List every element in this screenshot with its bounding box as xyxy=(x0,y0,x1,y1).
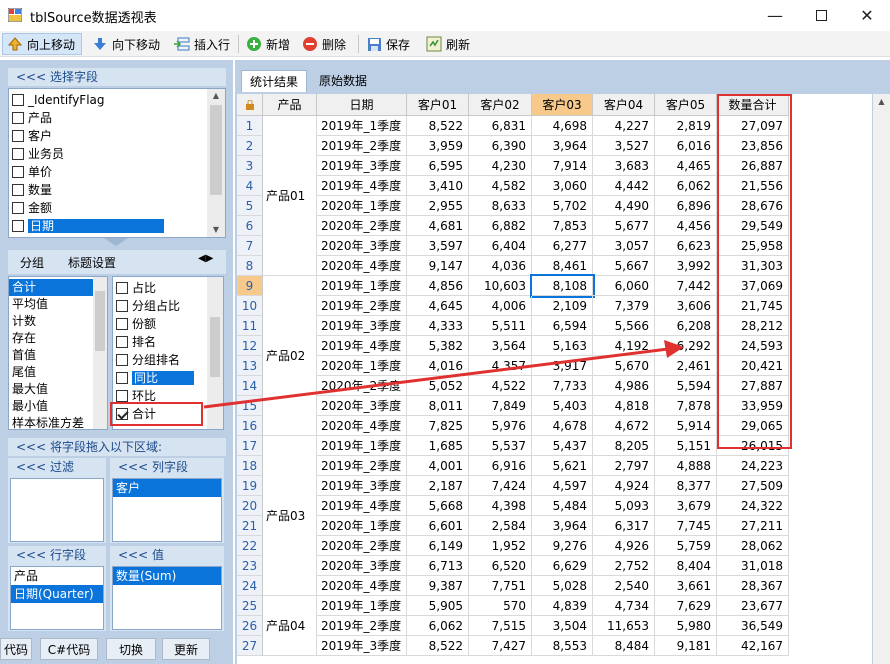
annotation-arrow xyxy=(203,340,684,409)
